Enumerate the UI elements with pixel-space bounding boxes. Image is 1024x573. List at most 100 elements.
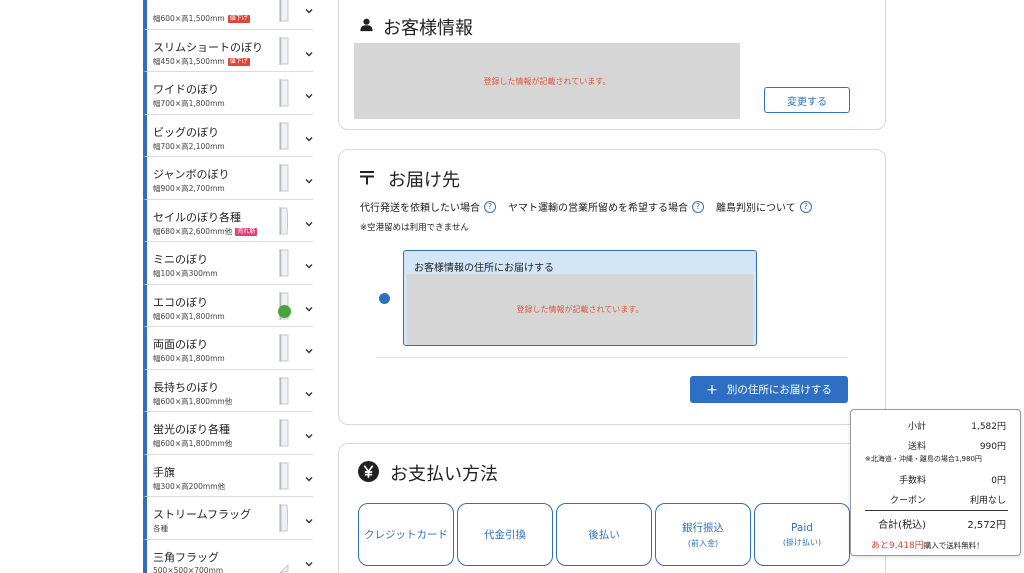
delivery-help-links: 代行発送を依頼したい場合 ? ヤマト運輸の営業所留めを希望する場合 ? 離島判別… <box>360 199 824 214</box>
payment-method-button[interactable]: 代金引換 <box>457 503 553 566</box>
payment-method-sub: (掛け払い) <box>782 537 822 547</box>
help-icon[interactable]: ? <box>484 200 496 213</box>
chevron-down-icon[interactable] <box>304 214 313 226</box>
sidebar-item[interactable]: ミニのぼり 幅100×高300mm <box>143 242 313 285</box>
address-info-text: 登録した情報が記載されています。 <box>516 305 644 314</box>
sidebar-item-name: 長持ちのぼり <box>153 380 219 394</box>
banner-thumbnail-icon <box>278 249 290 277</box>
payment-method-button[interactable]: クレジットカード <box>358 503 454 566</box>
sidebar-item-size: 幅700×高1,800mm <box>153 98 225 109</box>
sidebar-item[interactable]: 長持ちのぼり幅600×高1,800mm他 <box>143 369 313 412</box>
proxy-shipping-link[interactable]: 代行発送を依頼したい場合 <box>360 199 480 214</box>
help-icon[interactable]: ? <box>692 200 704 213</box>
plus-icon: + <box>706 381 718 398</box>
sidebar-item-size: 幅100×高300mm <box>153 268 218 279</box>
sidebar-item[interactable]: スリムショートのぼり 幅450×高1,500mm 値下げ <box>143 29 313 72</box>
sidebar-item-name: 手旗 <box>153 465 175 479</box>
sidebar-item-name: スリムショートのぼり <box>153 40 263 54</box>
eco-badge-icon <box>278 304 291 318</box>
sidebar-item-name: ワイドのぼり <box>153 83 219 96</box>
sidebar-item[interactable]: 幅600×高1,500mm 値下げ <box>143 0 313 30</box>
postal-mark-icon <box>359 168 375 186</box>
chevron-down-icon[interactable] <box>304 86 313 99</box>
address-info-box: 登録した情報が記載されています。 <box>407 274 753 345</box>
other-address-label: 別の住所にお届けする <box>726 384 832 396</box>
banner-thumbnail-icon <box>278 334 290 362</box>
sidebar-item-size-text: 幅450×高1,500mm <box>153 56 225 66</box>
sidebar-item[interactable]: ストリームフラッグ 各種 <box>143 497 313 540</box>
sidebar-item-size-text: 幅600×高1,500mm <box>153 14 225 23</box>
payment-method-label: 代金引換 <box>484 529 526 541</box>
banner-thumbnail-icon <box>278 121 290 150</box>
order-summary: 小計 1,582円 送料 990円 ※北海道・沖縄・離島の場合1,980円 手数… <box>850 409 1021 556</box>
sidebar-item-size-text: 幅300×高200mm他 <box>153 481 226 491</box>
chevron-down-icon[interactable] <box>304 554 313 566</box>
chevron-down-icon[interactable] <box>304 171 313 184</box>
sidebar-item-size: 幅700×高2,100mm <box>153 141 225 152</box>
sidebar-item-name: ジャンボのぼり <box>153 168 230 181</box>
coupon-label: クーポン <box>889 496 926 506</box>
sidebar-item-size: 幅600×高1,800mm他 <box>153 438 232 449</box>
sidebar-item[interactable]: ワイドのぼり幅700×高1,800mm <box>143 72 313 115</box>
payment-method-button[interactable]: 銀行振込 (前入金) <box>655 503 751 566</box>
sidebar-item-size-text: 幅600×高1,800mm <box>153 354 225 363</box>
sidebar-item-name: 三角フラッグ <box>153 550 219 564</box>
remote-island-link[interactable]: 離島判別について <box>716 199 796 214</box>
shipping-note: ※北海道・沖縄・離島の場合1,980円 <box>865 455 982 463</box>
chevron-down-icon[interactable] <box>304 469 313 481</box>
shipping-value: 990円 <box>979 442 1006 452</box>
chevron-down-icon[interactable] <box>304 426 313 439</box>
sidebar-item-size: 各種 <box>153 523 168 534</box>
sidebar-item-size-text: 幅700×高1,800mm <box>153 99 225 108</box>
sidebar-item[interactable]: ジャンボのぼり 幅900×高2,700mm <box>143 157 313 200</box>
sidebar-item-size: 幅600×高1,800mm他 <box>153 396 232 407</box>
address-radio[interactable] <box>379 293 390 304</box>
sidebar-item-size-text: 幅600×高1,800mm <box>153 311 225 321</box>
sidebar-item-size: 幅600×高1,500mm 値下げ <box>153 13 250 24</box>
sidebar-item[interactable]: ビッグのぼり 幅700×高2,100mm <box>143 114 313 157</box>
chevron-down-icon[interactable] <box>304 44 313 56</box>
sidebar-item-size: 幅600×高1,800mm <box>153 311 225 322</box>
fee-label: 手数料 <box>898 476 926 486</box>
sidebar-item-name: 蛍光のぼり各種 <box>153 423 230 436</box>
sidebar-item-size-text: 各種 <box>153 524 168 533</box>
yen-icon <box>358 461 379 482</box>
delivery-title: お届け先 <box>388 170 460 191</box>
chevron-down-icon[interactable] <box>304 511 313 524</box>
chevron-down-icon[interactable] <box>304 1 313 14</box>
payment-method-button[interactable]: 後払い <box>556 503 652 566</box>
chevron-down-icon[interactable] <box>304 384 313 396</box>
payment-method-button[interactable]: Paid (掛け払い) <box>754 503 850 566</box>
sidebar-item-size-text: 幅600×高1,800mm他 <box>153 396 233 406</box>
banner-thumbnail-icon <box>278 79 290 107</box>
customer-info-title: お客様情報 <box>383 18 473 39</box>
sidebar-item[interactable]: 手旗幅300×高200mm他 <box>143 454 313 497</box>
payment-method-label: 後払い <box>588 529 620 541</box>
customer-address-option[interactable]: お客様情報の住所にお届けする 登録した情報が記載されています。 <box>403 250 757 346</box>
sidebar-item-name: 両面のぼり <box>153 338 208 351</box>
chevron-down-icon[interactable] <box>304 341 313 354</box>
sidebar-item-size: 幅900×高2,700mm <box>153 183 225 194</box>
chevron-down-icon[interactable] <box>304 256 313 269</box>
other-address-button[interactable]: + 別の住所にお届けする <box>690 376 848 403</box>
sidebar-item-name: ビッグのぼり <box>153 125 219 139</box>
remaining-amount: あと9,418円 <box>871 541 924 551</box>
payment-title: お支払い方法 <box>390 464 498 485</box>
sidebar-item[interactable]: 三角フラッグ 500×500×700mm <box>143 539 313 573</box>
sidebar-item[interactable]: 両面のぼり幅600×高1,800mm <box>143 327 313 370</box>
sidebar-item[interactable]: セイルのぼり各種 幅680×高2,600mm他 売れ筋 <box>143 199 313 242</box>
chevron-down-icon[interactable] <box>304 299 313 311</box>
payment-method-label: Paid <box>791 521 813 534</box>
sidebar-item[interactable]: 蛍光のぼり各種幅600×高1,800mm他 <box>143 412 313 455</box>
change-button[interactable]: 変更する <box>764 87 850 113</box>
chevron-down-icon[interactable] <box>304 129 313 141</box>
yamato-office-link[interactable]: ヤマト運輸の営業所留めを希望する場合 <box>508 199 688 214</box>
coupon-value: 利用なし <box>969 496 1006 506</box>
banner-thumbnail-icon <box>278 461 290 490</box>
sidebar-item-size-text: 幅600×高1,800mm他 <box>153 439 233 448</box>
payment-method-label: クレジットカード <box>364 529 448 541</box>
banner-thumbnail-icon <box>278 0 290 22</box>
help-icon[interactable]: ? <box>799 200 812 213</box>
sidebar-item[interactable]: エコのぼり 幅600×高1,800mm <box>143 284 313 327</box>
sidebar-list: 幅600×高1,500mm 値下げ スリムショートのぼり 幅450×高1,500mm 値… <box>143 0 313 573</box>
